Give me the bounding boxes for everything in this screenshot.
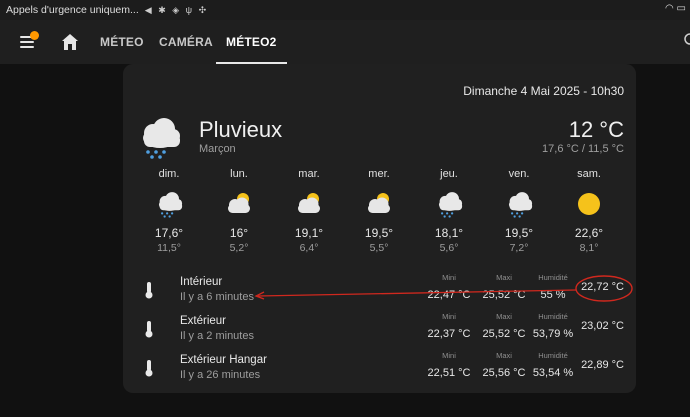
sensor-name: Intérieur xyxy=(180,276,223,288)
forecast-day: lun. 16° 5,2° xyxy=(209,168,269,254)
sunny-icon xyxy=(574,189,604,219)
current-temperature: 12 °C xyxy=(568,117,624,142)
forecast-date: Dimanche 4 Mai 2025 - 10h30 xyxy=(463,84,624,98)
mini-value: 22,47 °C xyxy=(427,289,471,301)
forecast-day-name: mer. xyxy=(368,168,390,180)
sensor-name: Extérieur xyxy=(180,315,227,327)
sensor-humidity: Humidité 53,79 % xyxy=(523,311,583,340)
mini-label: Mini xyxy=(442,351,456,360)
status-bar: Appels d'urgence uniquem... ◀ ✱ ◈ ψ ✣ ◠ … xyxy=(0,0,690,20)
forecast-day-name: ven. xyxy=(508,168,530,180)
menu-icon[interactable] xyxy=(20,31,39,49)
forecast-day-name: jeu. xyxy=(440,168,458,180)
mini-label: Mini xyxy=(442,312,456,321)
sensor-current-temperature: 22,72 °C xyxy=(581,281,624,293)
sensor-row-interieur[interactable]: Intérieur Il y a 6 minutes Mini 22,47 °C… xyxy=(123,272,636,306)
forecast-day: jeu. 18,1° 5,6° xyxy=(419,168,479,254)
sensor-current-temperature: 22,89 °C xyxy=(581,359,624,371)
sensor-last-updated: Il y a 6 minutes xyxy=(180,291,254,303)
thermometer-icon xyxy=(145,282,153,299)
sensor-last-updated: Il y a 2 minutes xyxy=(180,330,254,342)
tab-camera[interactable]: CAMÉRA xyxy=(159,20,213,64)
notification-dot xyxy=(30,31,39,40)
forecast-day: ven. 19,5° 7,2° xyxy=(489,168,549,254)
humidity-value: 55 % xyxy=(540,289,566,301)
tab-meteo[interactable]: MÉTEO xyxy=(100,20,144,64)
forecast-min: 5,2° xyxy=(229,242,249,254)
forecast-min: 5,5° xyxy=(369,242,389,254)
forecast-max: 19,1° xyxy=(294,226,324,240)
humidity-label: Humidité xyxy=(538,351,568,360)
rainy-cloud-icon xyxy=(434,189,464,219)
rainy-cloud-icon xyxy=(504,189,534,219)
forecast-day: mar. 19,1° 6,4° xyxy=(279,168,339,254)
forecast-max: 19,5° xyxy=(364,226,394,240)
sensor-row-exterieur[interactable]: Extérieur Il y a 2 minutes Mini 22,37 °C… xyxy=(123,311,636,345)
thermometer-icon xyxy=(145,321,153,338)
humidity-label: Humidité xyxy=(538,312,568,321)
thermometer-icon xyxy=(145,360,153,377)
mini-label: Mini xyxy=(442,273,456,282)
home-icon[interactable] xyxy=(61,33,79,51)
forecast-min: 7,2° xyxy=(509,242,529,254)
forecast-day-name: mar. xyxy=(298,168,320,180)
partly-cloudy-icon xyxy=(294,189,324,219)
forecast-max: 16° xyxy=(229,226,249,240)
status-icons: ◀ ✱ ◈ ψ ✣ xyxy=(144,4,209,15)
partly-cloudy-icon xyxy=(224,189,254,219)
sensor-mini: Mini 22,47 °C xyxy=(419,272,479,301)
forecast-max: 22,6° xyxy=(574,226,604,240)
forecast-day: mer. 19,5° 5,5° xyxy=(349,168,409,254)
sensor-row-exterieur-hangar[interactable]: Extérieur Hangar Il y a 26 minutes Mini … xyxy=(123,350,636,384)
sensor-humidity: Humidité 55 % xyxy=(523,272,583,301)
forecast-max: 19,5° xyxy=(504,226,534,240)
forecast-min: 11,5° xyxy=(157,242,181,254)
rainy-cloud-icon xyxy=(135,114,183,160)
tab-meteo2[interactable]: MÉTEO2 xyxy=(216,20,287,64)
sensor-mini: Mini 22,37 °C xyxy=(419,311,479,340)
humidity-value: 53,54 % xyxy=(532,367,574,379)
humidity-label: Humidité xyxy=(538,273,568,282)
humidity-value: 53,79 % xyxy=(532,328,574,340)
mini-value: 22,51 °C xyxy=(427,367,471,379)
forecast-day-name: dim. xyxy=(158,168,180,180)
forecast-day: dim. 17,6° 11,5° xyxy=(139,168,199,254)
sensor-current-temperature: 23,02 °C xyxy=(581,320,624,332)
partly-cloudy-icon xyxy=(364,189,394,219)
forecast-day-name: lun. xyxy=(230,168,248,180)
forecast-min: 8,1° xyxy=(579,242,599,254)
weather-condition: Pluvieux xyxy=(199,117,283,142)
wifi-battery-icons: ◠ ▭ xyxy=(665,3,686,14)
weather-location: Marçon xyxy=(199,143,236,155)
sensor-last-updated: Il y a 26 minutes xyxy=(180,369,261,381)
sensor-humidity: Humidité 53,54 % xyxy=(523,350,583,379)
forecast-day-name: sam. xyxy=(577,168,601,180)
notification-text: Appels d'urgence uniquem... xyxy=(6,4,139,16)
weather-card: Dimanche 4 Mai 2025 - 10h30 Pluvieux Mar… xyxy=(123,64,636,393)
rainy-cloud-icon xyxy=(154,189,184,219)
forecast-day: sam. 22,6° 8,1° xyxy=(559,168,619,254)
mini-value: 22,37 °C xyxy=(427,328,471,340)
daily-forecast: dim. 17,6° 11,5° lun. 16° 5,2° mar. 19,1… xyxy=(123,168,636,258)
sensor-mini: Mini 22,51 °C xyxy=(419,350,479,379)
app-header: MÉTEO CAMÉRA MÉTEO2 xyxy=(0,20,690,64)
forecast-max: 17,6° xyxy=(154,226,184,240)
temperature-high-low: 17,6 °C / 11,5 °C xyxy=(542,143,624,155)
sensor-name: Extérieur Hangar xyxy=(180,354,267,366)
forecast-min: 5,6° xyxy=(439,242,459,254)
forecast-max: 18,1° xyxy=(434,226,464,240)
forecast-min: 6,4° xyxy=(299,242,319,254)
overflow-icon[interactable] xyxy=(684,32,690,46)
